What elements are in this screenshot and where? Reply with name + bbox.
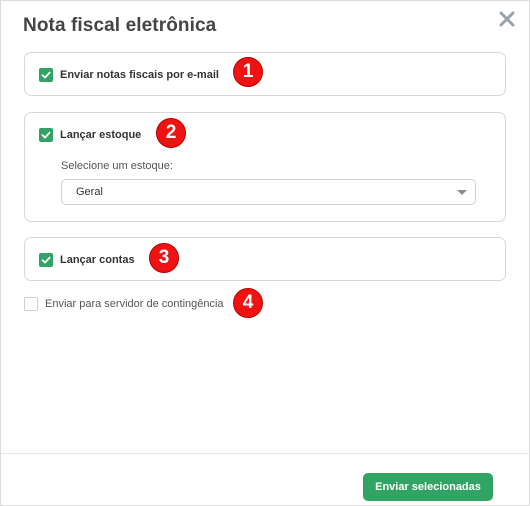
close-icon[interactable] <box>497 9 517 29</box>
contingencia-option[interactable]: Enviar para servidor de contingência <box>24 297 224 311</box>
badge-3: 3 <box>149 243 179 273</box>
check-icon <box>41 131 51 139</box>
estoque-option[interactable]: Lançar estoque <box>39 128 141 142</box>
contingencia-checkbox[interactable] <box>24 297 38 311</box>
estoque-select[interactable]: Geral <box>61 179 476 205</box>
caret-down-icon <box>457 190 467 195</box>
email-option-label: Enviar notas fiscais por e-mail <box>60 69 219 81</box>
email-panel: Enviar notas fiscais por e-mail <box>24 52 506 96</box>
check-icon <box>41 71 51 79</box>
nfe-modal: Nota fiscal eletrônica Enviar notas fisc… <box>0 0 530 506</box>
contas-panel: Lançar contas <box>24 237 506 281</box>
estoque-select-value: Geral <box>76 186 103 198</box>
modal-title: Nota fiscal eletrônica <box>23 15 217 36</box>
badge-4: 4 <box>233 288 263 318</box>
estoque-select-label: Selecione um estoque: <box>61 160 173 172</box>
contingencia-option-label: Enviar para servidor de contingência <box>45 298 224 310</box>
badge-2: 2 <box>156 118 186 148</box>
contas-option[interactable]: Lançar contas <box>39 253 135 267</box>
submit-selected-button[interactable]: Enviar selecionadas <box>363 473 493 501</box>
estoque-checkbox[interactable] <box>39 128 53 142</box>
check-icon <box>41 256 51 264</box>
email-checkbox[interactable] <box>39 68 53 82</box>
footer-divider <box>1 453 529 454</box>
estoque-option-label: Lançar estoque <box>60 129 142 141</box>
estoque-panel: Lançar estoque Selecione um estoque: Ger… <box>24 112 506 222</box>
contas-checkbox[interactable] <box>39 253 53 267</box>
contas-option-label: Lançar contas <box>60 254 135 266</box>
email-option[interactable]: Enviar notas fiscais por e-mail <box>39 68 219 82</box>
badge-1: 1 <box>233 57 263 87</box>
